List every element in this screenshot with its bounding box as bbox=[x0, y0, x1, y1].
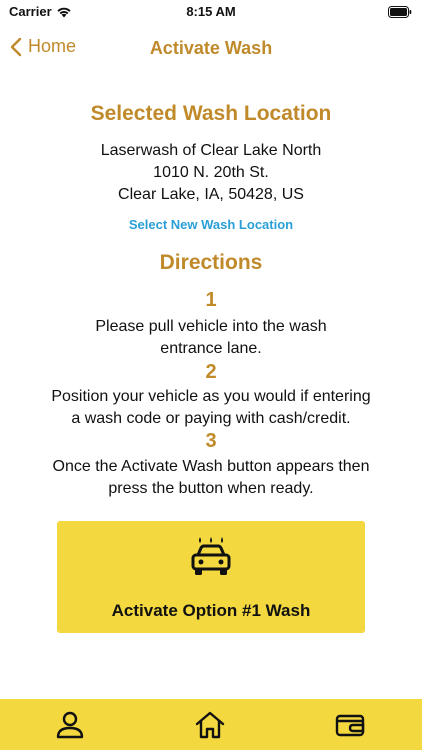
activate-wash-button[interactable]: Activate Option #1 Wash bbox=[57, 521, 365, 633]
step-text: Please pull vehicle into the wash bbox=[95, 318, 327, 335]
location-street: 1010 N. 20th St. bbox=[153, 164, 269, 181]
step-text: a wash code or paying with cash/credit. bbox=[71, 410, 351, 427]
home-icon[interactable] bbox=[194, 709, 226, 741]
step-text: entrance lane. bbox=[160, 340, 262, 357]
step-number: 1 bbox=[205, 289, 217, 311]
location-city: Clear Lake, IA, 50428, US bbox=[118, 186, 304, 203]
step-text: press the button when ready. bbox=[108, 480, 314, 497]
step-text: Once the Activate Wash button appears th… bbox=[52, 458, 370, 475]
status-bar: Carrier 8:15 AM bbox=[0, 0, 422, 26]
profile-icon[interactable] bbox=[54, 709, 86, 741]
step-text: Position your vehicle as you would if en… bbox=[51, 388, 371, 405]
tab-bar bbox=[0, 699, 422, 750]
page-title: Activate Wash bbox=[149, 38, 273, 58]
directions-heading: Directions bbox=[159, 251, 263, 274]
status-time: 8:15 AM bbox=[186, 4, 236, 19]
activate-wash-label: Activate Option #1 Wash bbox=[111, 601, 311, 620]
battery-icon bbox=[388, 6, 412, 18]
select-new-location-link[interactable]: Select New Wash Location bbox=[0, 217, 422, 232]
location-heading: Selected Wash Location bbox=[90, 102, 332, 125]
car-wash-icon bbox=[191, 537, 231, 575]
navigation-bar: Home Activate Wash bbox=[0, 26, 422, 70]
step-number: 3 bbox=[205, 430, 217, 452]
step-number: 2 bbox=[205, 361, 217, 383]
wallet-icon[interactable] bbox=[334, 709, 366, 741]
location-name: Laserwash of Clear Lake North bbox=[100, 142, 322, 159]
